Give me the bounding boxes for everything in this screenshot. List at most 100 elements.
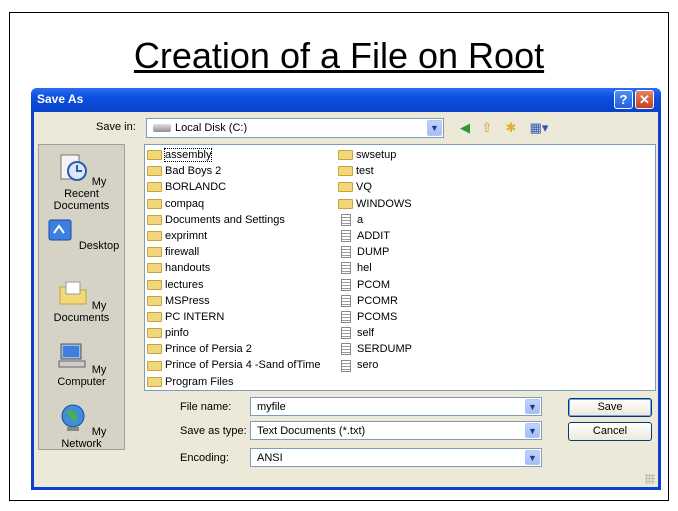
cancel-button[interactable]: Cancel [568, 422, 652, 441]
file-item[interactable]: ADDIT [338, 228, 412, 244]
folder-icon [147, 279, 162, 290]
folder-icon [147, 311, 162, 322]
folder-icon [147, 263, 162, 274]
folder-item[interactable]: exprimnt [147, 228, 321, 244]
file-item[interactable]: a [338, 212, 412, 228]
save-button[interactable]: Save [568, 398, 652, 417]
file-item[interactable]: PCOMR [338, 293, 412, 309]
folder-item[interactable]: swsetup [338, 147, 412, 163]
folder-icon [147, 247, 162, 258]
folder-item[interactable]: compaq [147, 196, 321, 212]
up-folder-icon[interactable]: ⇧ [479, 120, 495, 136]
my-computer-icon [58, 343, 86, 368]
folder-item[interactable]: assembly [147, 147, 321, 163]
folder-item[interactable]: VQ [338, 179, 412, 195]
folder-item[interactable]: pinfo [147, 325, 321, 341]
dialog-body: Save in: Local Disk (C:) ▼ ◀ ⇧ ✱ ▦▾ My R… [34, 112, 658, 487]
folder-item[interactable]: BORLANDC [147, 179, 321, 195]
folder-item[interactable]: handouts [147, 260, 321, 276]
file-item[interactable]: hel [338, 260, 412, 276]
save-as-type-label: Save as type: [180, 425, 247, 437]
save-as-type-value: Text Documents (*.txt) [257, 425, 366, 437]
folder-item[interactable]: Bad Boys 2 [147, 163, 321, 179]
item-label: SERDUMP [357, 343, 413, 356]
item-label: DUMP [357, 246, 390, 259]
folder-item[interactable]: PC INTERN [147, 309, 321, 325]
file-item[interactable]: PCOMS [338, 309, 412, 325]
chevron-down-icon[interactable]: ▼ [525, 450, 540, 465]
folder-item[interactable]: firewall [147, 244, 321, 260]
resize-grip-icon[interactable] [645, 474, 655, 484]
item-label: assembly [163, 148, 213, 162]
item-label: Program Files [165, 375, 234, 388]
place-my-computer[interactable]: My Computer [39, 341, 124, 388]
file-item[interactable]: sero [338, 357, 412, 373]
item-label: compaq [165, 197, 205, 210]
folder-icon [338, 166, 353, 177]
item-label: firewall [165, 246, 200, 259]
views-menu-icon[interactable]: ▦▾ [528, 120, 550, 136]
place-my-documents[interactable]: My Documents [39, 277, 124, 324]
help-button[interactable]: ? [614, 90, 633, 109]
folder-item[interactable]: WINDOWS [338, 196, 412, 212]
close-button[interactable]: ✕ [635, 90, 654, 109]
place-my-network[interactable]: My Network [39, 403, 124, 450]
folder-icon [147, 231, 162, 242]
place-label: Desktop [78, 240, 120, 252]
folder-item[interactable]: Prince of Persia 2 [147, 341, 321, 357]
back-icon[interactable]: ◀ [457, 120, 473, 136]
slide-title: Creation of a File on Root [133, 35, 545, 76]
folder-icon [147, 214, 162, 225]
folder-item[interactable]: Prince of Persia 4 -Sand ofTime [147, 357, 321, 373]
folder-item[interactable]: lectures [147, 277, 321, 293]
file-item[interactable]: PCOM [338, 277, 412, 293]
file-list[interactable]: assembly Bad Boys 2 BORLANDC compaq Document… [144, 144, 656, 391]
save-as-type-dropdown[interactable]: Text Documents (*.txt) ▼ [250, 421, 542, 440]
recent-documents-icon [60, 154, 87, 181]
folder-icon [147, 360, 162, 371]
folder-item[interactable]: test [338, 163, 412, 179]
file-name-value: myfile [257, 401, 286, 413]
folder-icon [147, 198, 162, 209]
item-label: handouts [165, 262, 211, 275]
place-desktop[interactable]: Desktop [39, 217, 124, 252]
chevron-down-icon[interactable]: ▼ [525, 423, 540, 438]
my-network-icon [61, 404, 85, 431]
new-folder-icon[interactable]: ✱ [503, 120, 519, 136]
text-file-icon [341, 359, 351, 372]
folder-icon [147, 344, 162, 355]
item-label: exprimnt [165, 229, 208, 242]
text-file-icon [341, 310, 351, 323]
folder-item[interactable]: Program Files [147, 374, 321, 390]
file-column-2: swsetup test VQ WINDOWS a ADDIT DUMP hel PCOM PCO… [338, 147, 412, 374]
file-item[interactable]: self [338, 325, 412, 341]
file-item[interactable]: DUMP [338, 244, 412, 260]
title-bar[interactable]: Save As ? ✕ [31, 88, 661, 112]
chevron-down-icon[interactable]: ▼ [525, 399, 540, 414]
place-my-recent-documents[interactable]: My Recent Documents [39, 153, 124, 212]
item-label: Prince of Persia 2 [165, 343, 252, 356]
folder-item[interactable]: Documents and Settings [147, 212, 321, 228]
chevron-down-icon[interactable]: ▼ [427, 120, 442, 136]
text-file-icon [341, 294, 351, 307]
item-label: test [356, 165, 374, 178]
text-file-icon [341, 343, 351, 356]
item-label: WINDOWS [356, 197, 412, 210]
save-in-dropdown[interactable]: Local Disk (C:) ▼ [146, 118, 444, 138]
item-label: Prince of Persia 4 -Sand ofTime [165, 359, 321, 372]
file-name-field[interactable]: myfile ▼ [250, 397, 542, 416]
text-file-icon [341, 262, 351, 275]
desktop-icon [48, 219, 72, 241]
item-label: pinfo [165, 327, 189, 340]
folder-icon [147, 295, 162, 306]
folder-icon [147, 328, 162, 339]
folder-icon [338, 198, 353, 209]
item-label: PCOMS [357, 310, 398, 323]
encoding-dropdown[interactable]: ANSI ▼ [250, 448, 542, 467]
folder-item[interactable]: MSPress [147, 293, 321, 309]
file-item[interactable]: SERDUMP [338, 341, 412, 357]
save-in-value: Local Disk (C:) [175, 122, 248, 134]
item-label: lectures [165, 278, 204, 291]
text-file-icon [341, 327, 351, 340]
item-label: sero [357, 359, 379, 372]
